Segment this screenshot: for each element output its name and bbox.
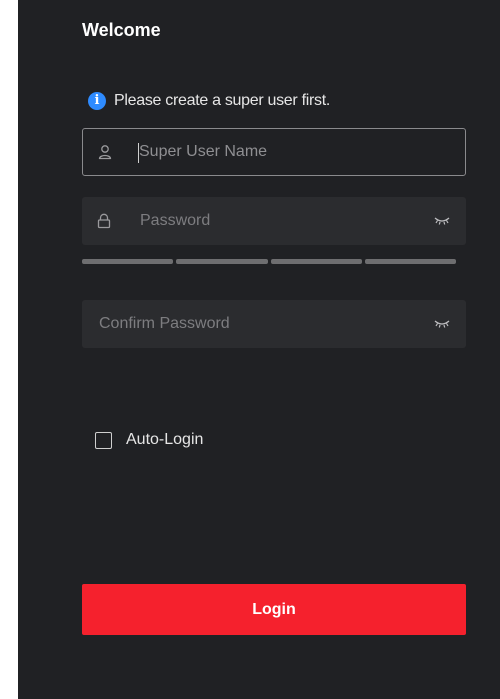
notice-text: Please create a super user first. (114, 92, 330, 109)
confirm-password-input[interactable] (99, 300, 409, 348)
password-input[interactable] (140, 197, 410, 245)
strength-segment (364, 259, 456, 264)
lock-icon (96, 197, 112, 245)
auto-login-label[interactable]: Auto-Login (126, 431, 203, 449)
login-button[interactable]: Login (82, 584, 466, 635)
auto-login-checkbox[interactable] (95, 431, 112, 449)
password-strength-meter (82, 259, 456, 264)
info-notice: i Please create a super user first. (88, 91, 330, 111)
password-field[interactable] (82, 197, 466, 245)
username-field[interactable] (82, 128, 466, 176)
info-icon: i (88, 92, 106, 110)
eye-closed-icon[interactable] (434, 197, 450, 245)
confirm-password-field[interactable] (82, 300, 466, 348)
eye-closed-icon[interactable] (434, 300, 450, 348)
auto-login-option[interactable]: Auto-Login (95, 429, 203, 451)
strength-segment (82, 259, 174, 264)
strength-segment (176, 259, 268, 264)
page-title: Welcome (82, 20, 161, 40)
login-panel: Welcome i Please create a super user fir… (18, 0, 500, 699)
strength-segment (270, 259, 362, 264)
username-input[interactable] (139, 129, 455, 175)
user-icon (97, 129, 113, 175)
